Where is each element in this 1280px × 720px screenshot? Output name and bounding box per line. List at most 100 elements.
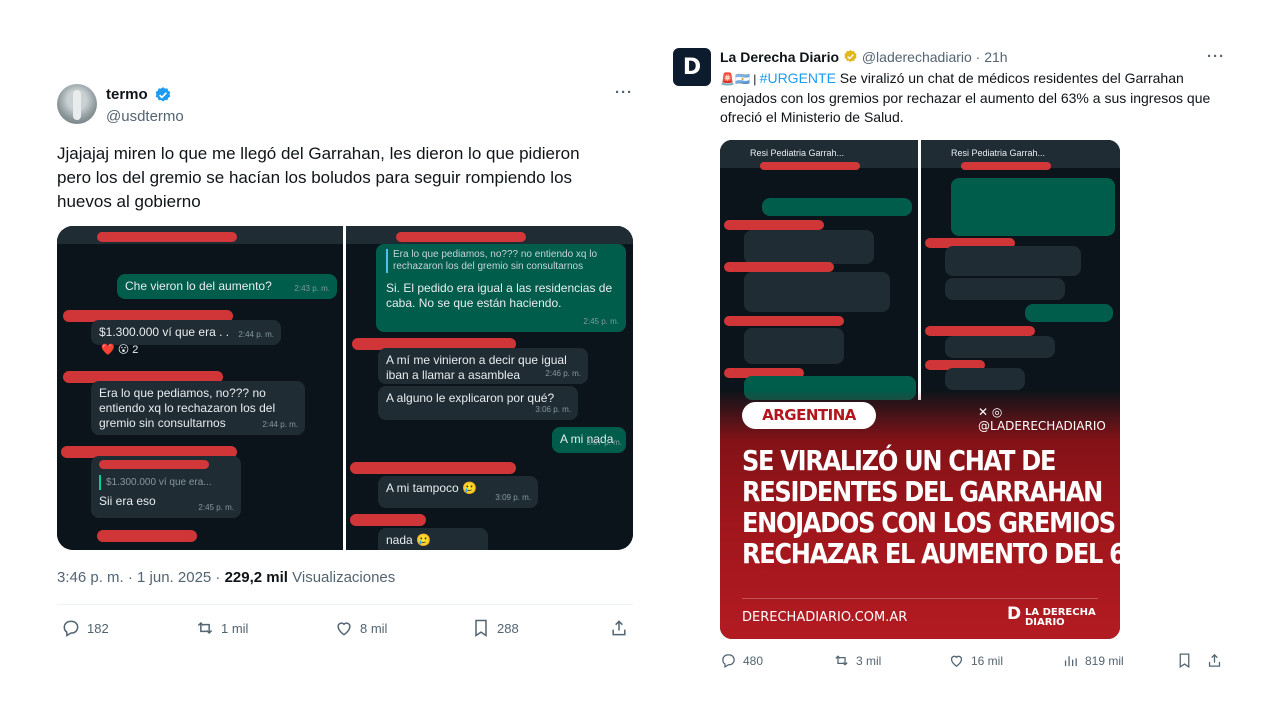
chat-message	[744, 230, 874, 264]
author-name[interactable]: termo	[106, 86, 148, 103]
chat-message: $1.300.000 ví que era . . 2:44 p. m.	[91, 320, 281, 345]
quoted-message: $1.300.000 ví que era...	[99, 475, 233, 490]
chat-message	[945, 278, 1065, 300]
message-text: nada 🥲	[386, 533, 431, 547]
chat-message	[945, 246, 1081, 276]
reply-icon	[722, 654, 735, 669]
chat-message: Che vieron lo del aumento? 2:43 p. m.	[117, 274, 337, 299]
brand-line: DIARIO	[1025, 617, 1065, 628]
message-time: 3:06 p. m.	[535, 405, 571, 414]
tweet-text: 🚨🇦🇷 | #URGENTE Se viralizó un chat de mé…	[720, 69, 1220, 127]
message-time: 2:46 p. m.	[545, 369, 581, 378]
site-url: DERECHADIARIO.COM.AR	[742, 610, 908, 625]
redaction-mark	[99, 460, 209, 469]
message-text: A mi tampoco 🥲	[386, 481, 477, 495]
chat-message: $1.300.000 ví que era... Sii era eso 2:4…	[91, 456, 241, 518]
repost-count: 3 mil	[856, 653, 882, 668]
avatar[interactable]: D	[673, 48, 711, 86]
avatar[interactable]	[57, 84, 97, 124]
share-icon	[1208, 653, 1221, 667]
message-reactions: ❤️ 😮 2	[101, 344, 139, 356]
divider	[57, 604, 633, 605]
chat-message	[1025, 304, 1113, 322]
repost-button[interactable]: 1 mil	[195, 618, 248, 638]
redaction-mark	[961, 162, 1051, 170]
chat-message: Era lo que pediamos, no??? no entiendo x…	[91, 381, 305, 435]
social-handle: ✕ ◎ @LADERECHADIARIO	[978, 405, 1120, 433]
redaction-mark	[724, 316, 844, 326]
message-text: $1.300.000 ví que era . .	[99, 325, 230, 339]
message-text: A alguno le explicaron por qué?	[386, 391, 555, 405]
like-button[interactable]: 16 mil	[948, 652, 1003, 669]
author-name[interactable]: La Derecha Diario	[720, 49, 839, 65]
divider	[742, 598, 1098, 599]
bookmark-button[interactable]: 288	[471, 618, 519, 638]
chat-screenshot-left: Resi Pediatria Garrah...	[720, 140, 918, 400]
emoji-prefix: 🚨🇦🇷 |	[720, 72, 760, 86]
tweet-text: Jjajajaj miren lo que me llegó del Garra…	[57, 144, 580, 211]
chat-title: Resi Pediatria Garrah...	[750, 148, 845, 158]
message-time: 2:45 p. m.	[583, 317, 619, 326]
message-time: 2:44 p. m.	[238, 330, 274, 339]
chat-message: Era lo que pediamos, no??? no entiendo x…	[376, 244, 626, 332]
repost-button[interactable]: 3 mil	[833, 652, 881, 669]
d-logo-icon: D	[1007, 604, 1022, 624]
chat-screenshot-right: Era lo que pediamos, no??? no entiendo x…	[346, 226, 633, 550]
reply-icon	[63, 620, 79, 637]
more-options-icon[interactable]: ···	[615, 84, 633, 101]
tweet-image[interactable]: Resi Pediatria Garrah... Resi Pediatria …	[720, 140, 1120, 639]
reply-count: 182	[87, 620, 109, 636]
view-count-label: Visualizaciones	[287, 569, 396, 586]
headline-line: RESIDENTES DEL GARRAHAN	[742, 475, 1103, 508]
like-button[interactable]: 8 mil	[334, 618, 387, 638]
heart-icon	[337, 622, 351, 636]
analytics-icon	[1064, 656, 1077, 667]
reply-count: 480	[743, 653, 764, 668]
chat-message	[945, 336, 1055, 358]
redaction-mark	[97, 232, 237, 242]
tweet-actions: 480 3 mil 16 mil 819 mil	[720, 652, 1221, 672]
message-text: Si. El pedido era igual a las residencia…	[386, 281, 613, 310]
bookmark-button[interactable]	[1176, 652, 1199, 669]
headline-line: RECHAZAR EL AUMENTO DEL 63%	[742, 537, 1120, 570]
message-time: 2:45 p. m.	[198, 503, 234, 512]
author-handle[interactable]: @usdtermo	[106, 108, 184, 125]
chat-message	[744, 272, 890, 312]
message-text: A mí me vinieron a decir que igual iban …	[386, 353, 567, 382]
message-time: 3:09 p. m.	[495, 493, 531, 502]
share-icon	[612, 620, 626, 636]
hashtag-link[interactable]: #URGENTE	[760, 70, 836, 86]
chat-message: nada 🥲	[378, 528, 488, 550]
author-handle[interactable]: @laderechadiario · 21h	[862, 49, 1008, 65]
tweet-image[interactable]: Che vieron lo del aumento? 2:43 p. m. $1…	[57, 226, 633, 550]
gold-verified-badge-icon	[844, 49, 857, 62]
verified-badge-icon	[155, 87, 171, 102]
reply-button[interactable]: 480	[720, 652, 763, 669]
quoted-message-text: Era lo que pediamos, no??? no entiendo x…	[386, 249, 618, 273]
social-handle-text: @LADERECHADIARIO	[978, 419, 1106, 433]
tweet-timestamp[interactable]: 3:46 p. m. · 1 jun. 2025 ·	[57, 569, 225, 586]
view-count: 819 mil	[1085, 653, 1124, 668]
bookmark-icon	[475, 619, 487, 637]
redaction-mark	[350, 462, 516, 474]
x-logo-icon: ✕	[978, 405, 989, 419]
view-count: 229,2 mil	[224, 569, 288, 586]
bookmark-icon	[1179, 653, 1190, 669]
repost-icon	[197, 621, 213, 635]
share-button[interactable]	[609, 618, 635, 638]
share-button[interactable]	[1206, 652, 1229, 669]
brand-logo: D LA DERECHA DIARIO	[1007, 606, 1096, 628]
like-count: 16 mil	[971, 653, 1004, 668]
redaction-mark	[760, 162, 860, 170]
more-options-icon[interactable]: ···	[1207, 48, 1225, 65]
message-time: 3:07 p. m.	[586, 438, 622, 447]
reply-button[interactable]: 182	[61, 618, 109, 638]
chat-message	[744, 328, 844, 364]
headline-line: ENOJADOS CON LOS GREMIOS POR	[742, 506, 1120, 539]
redaction-mark	[350, 514, 426, 526]
card-headline: SE VIRALIZÓ UN CHAT DE RESIDENTES DEL GA…	[742, 445, 1120, 570]
redaction-mark	[925, 326, 1035, 336]
country-pill: ARGENTINA	[742, 402, 876, 429]
views-button[interactable]: 819 mil	[1062, 652, 1124, 669]
chat-message: A mí me vinieron a decir que igual iban …	[378, 348, 588, 384]
